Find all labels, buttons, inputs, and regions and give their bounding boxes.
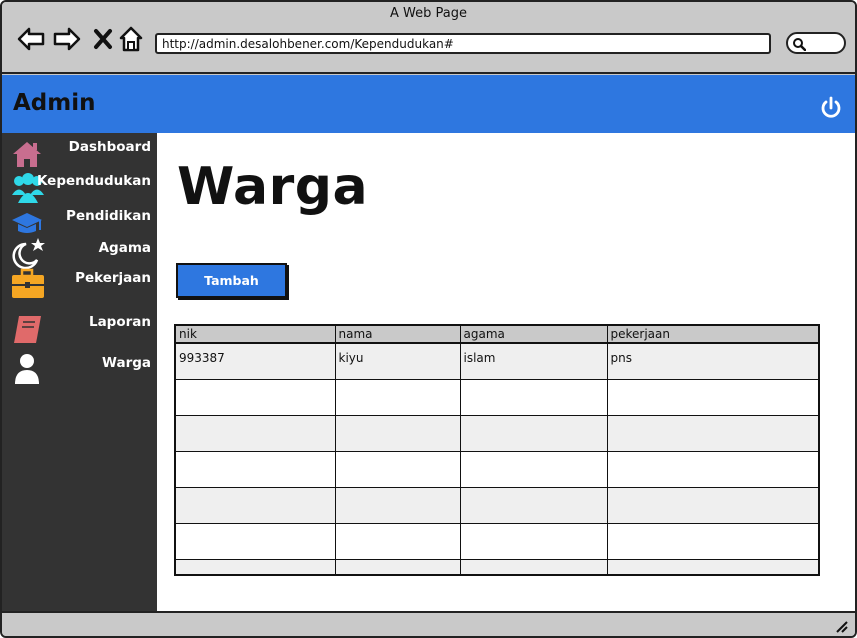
sidebar-item-label: Kependudukan	[36, 173, 151, 189]
book-icon	[11, 314, 47, 346]
table-cell	[174, 414, 336, 452]
app-header: Admin	[2, 75, 855, 133]
table-cell	[174, 522, 336, 560]
app-title: Admin	[13, 90, 96, 116]
column-header-pekerjaan[interactable]: pekerjaan	[606, 324, 820, 344]
add-button[interactable]: Tambah	[176, 263, 287, 298]
table-row[interactable]	[174, 486, 820, 524]
table-row[interactable]	[174, 558, 820, 576]
browser-chrome: A Web Page http://admin.desalohbener.com…	[2, 2, 855, 74]
sidebar-item-label: Pekerjaan	[75, 270, 151, 286]
table-row[interactable]	[174, 450, 820, 488]
table-cell	[174, 378, 336, 416]
page-title: Warga	[177, 157, 369, 217]
table-cell	[606, 414, 820, 452]
table-cell	[334, 558, 461, 576]
sidebar-item-label: Dashboard	[68, 139, 151, 155]
table-cell	[606, 378, 820, 416]
table-row[interactable]: 993387 kiyu islam pns	[174, 342, 820, 380]
table-cell	[459, 414, 608, 452]
sidebar-item-laporan[interactable]: Laporan	[2, 314, 157, 348]
table-row[interactable]	[174, 378, 820, 416]
table-cell: pns	[606, 342, 820, 380]
table-cell	[334, 486, 461, 524]
table-cell	[334, 414, 461, 452]
table-cell	[606, 486, 820, 524]
browser-window: A Web Page http://admin.desalohbener.com…	[0, 0, 857, 638]
browser-title: A Web Page	[390, 6, 467, 21]
sidebar-item-label: Pendidikan	[66, 208, 151, 224]
table-cell	[606, 558, 820, 576]
table-cell	[459, 486, 608, 524]
stop-icon[interactable]	[88, 24, 118, 54]
column-header-nik[interactable]: nik	[174, 324, 336, 344]
table-cell	[174, 558, 336, 576]
power-icon[interactable]	[819, 96, 843, 120]
sidebar-item-warga[interactable]: Warga	[2, 353, 157, 389]
table-cell	[606, 522, 820, 560]
sidebar: Dashboard Kependudukan Pendidikan Agama	[2, 133, 157, 611]
resize-grip-icon[interactable]	[835, 620, 849, 634]
table-cell	[459, 522, 608, 560]
search-icon	[793, 38, 806, 51]
table-cell: 993387	[174, 342, 336, 380]
main-content: Warga Tambah nik nama agama pekerjaan 99…	[157, 133, 855, 611]
sidebar-item-label: Laporan	[88, 314, 151, 330]
table-row[interactable]	[174, 414, 820, 452]
table-row[interactable]	[174, 522, 820, 560]
column-header-agama[interactable]: agama	[459, 324, 608, 344]
warga-table: nik nama agama pekerjaan 993387 kiyu isl…	[174, 324, 820, 576]
table-cell	[334, 450, 461, 488]
table-cell	[174, 450, 336, 488]
table-cell	[459, 378, 608, 416]
table-cell	[174, 486, 336, 524]
table-cell: islam	[459, 342, 608, 380]
sidebar-item-label: Warga	[102, 355, 151, 371]
sidebar-item-label: Agama	[98, 240, 151, 256]
table-cell	[606, 450, 820, 488]
home-nav-icon[interactable]	[116, 24, 146, 54]
sidebar-item-kependudukan[interactable]: Kependudukan	[2, 173, 157, 207]
briefcase-icon	[10, 268, 46, 300]
sidebar-item-dashboard[interactable]: Dashboard	[2, 139, 157, 173]
sidebar-item-pekerjaan[interactable]: Pekerjaan	[2, 268, 157, 304]
table-cell	[334, 378, 461, 416]
table-cell	[459, 450, 608, 488]
moon-star-icon	[10, 236, 46, 270]
home-icon	[10, 139, 46, 171]
table-header-row: nik nama agama pekerjaan	[174, 324, 820, 344]
back-icon[interactable]	[16, 24, 46, 54]
browser-status-bar	[2, 611, 855, 636]
table-cell	[334, 522, 461, 560]
user-icon	[12, 353, 48, 385]
browser-search-field[interactable]	[786, 32, 846, 54]
column-header-nama[interactable]: nama	[334, 324, 461, 344]
page-viewport: Admin Dashboard Kependudukan Pendidikan …	[2, 75, 855, 611]
forward-icon[interactable]	[52, 24, 82, 54]
table-cell	[459, 558, 608, 576]
table-cell: kiyu	[334, 342, 461, 380]
url-field[interactable]: http://admin.desalohbener.com/Kependuduk…	[155, 33, 771, 54]
